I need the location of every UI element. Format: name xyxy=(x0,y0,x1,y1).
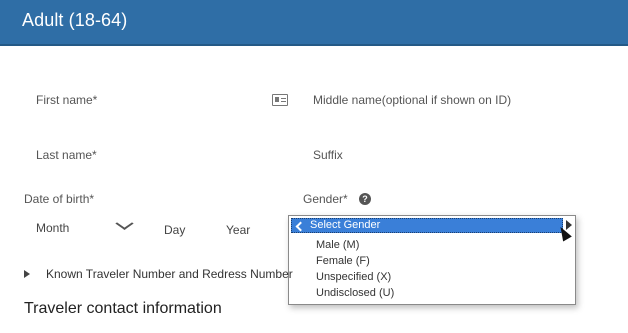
dob-year-input[interactable]: Year xyxy=(226,223,250,237)
gender-option-unspecified[interactable]: Unspecified (X) xyxy=(316,271,391,283)
dob-label: Date of birth* xyxy=(24,192,95,206)
first-name-field[interactable]: First name* xyxy=(36,93,97,107)
dob-month-select[interactable]: Month xyxy=(36,221,69,235)
help-icon[interactable]: ? xyxy=(359,193,371,205)
gender-option-female[interactable]: Female (F) xyxy=(316,255,370,267)
gender-option-select-gender[interactable]: Select Gender xyxy=(291,218,563,233)
suffix-field[interactable]: Suffix xyxy=(313,148,343,162)
known-traveler-link[interactable]: Known Traveler Number and Redress Number xyxy=(46,267,293,281)
traveler-header: Adult (18-64) xyxy=(0,0,628,46)
dob-day-input[interactable]: Day xyxy=(164,223,185,237)
id-card-icon[interactable] xyxy=(272,94,288,106)
contact-section-heading: Traveler contact information xyxy=(24,300,222,317)
gender-label: Gender* xyxy=(303,192,348,206)
last-name-field[interactable]: Last name* xyxy=(36,148,97,162)
chevron-down-icon[interactable] xyxy=(115,217,134,230)
expand-icon[interactable] xyxy=(24,270,30,278)
middle-name-field[interactable]: Middle name(optional if shown on ID) xyxy=(313,93,511,107)
gender-dropdown-list[interactable]: Select Gender Male (M) Female (F) Unspec… xyxy=(288,215,576,305)
gender-option-male[interactable]: Male (M) xyxy=(316,239,359,251)
traveler-title: Adult (18-64) xyxy=(22,10,128,30)
gender-option-undisclosed[interactable]: Undisclosed (U) xyxy=(316,287,394,299)
